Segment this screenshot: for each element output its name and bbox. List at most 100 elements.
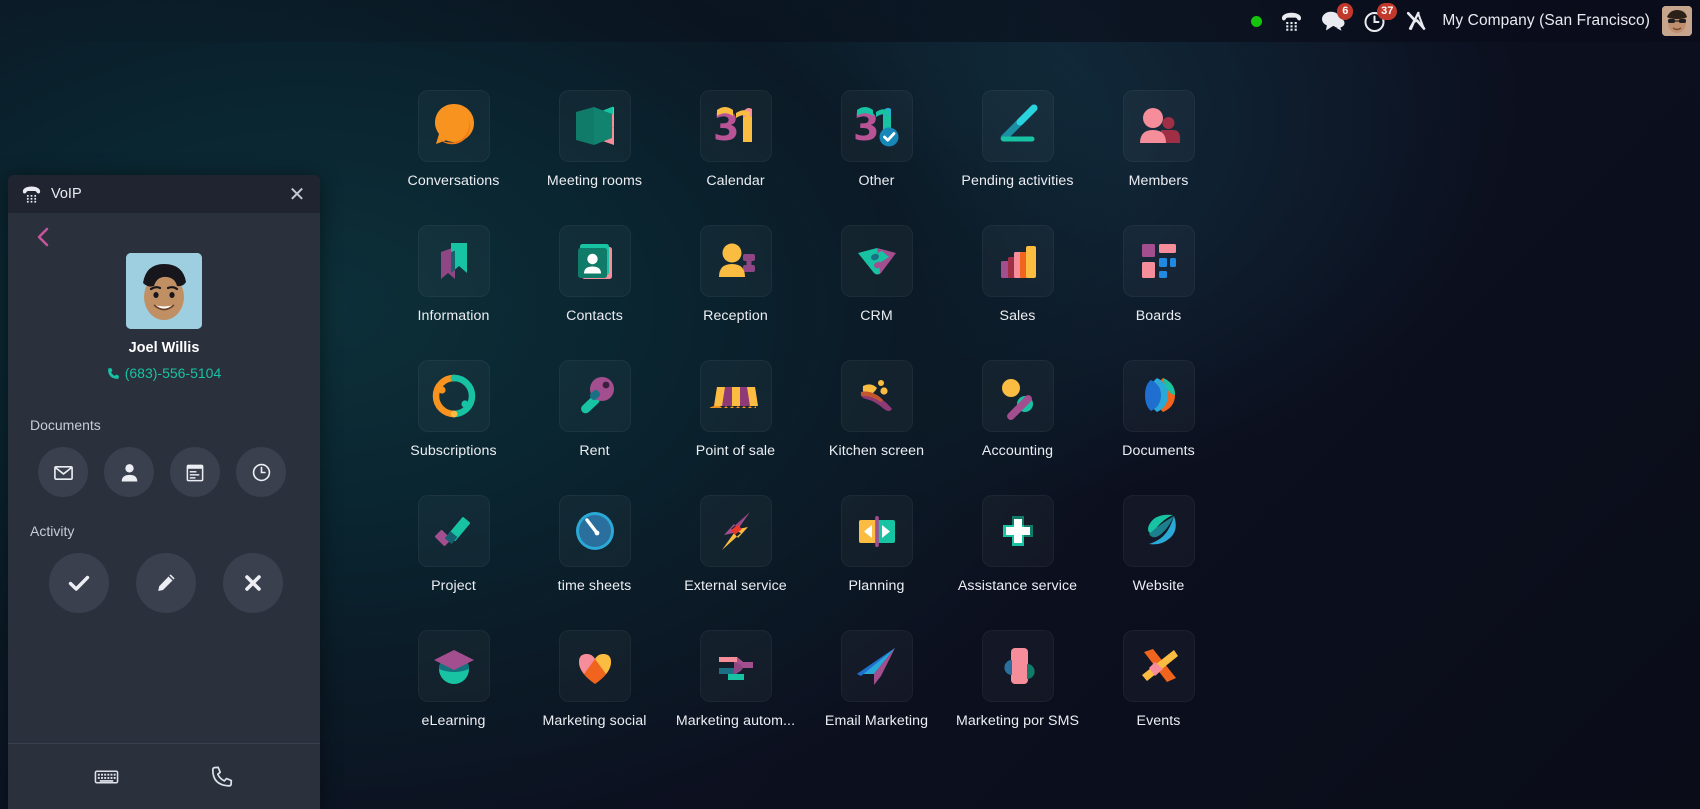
app-label: External service (684, 578, 787, 594)
subscriptions-loop-icon (417, 360, 490, 432)
close-icon[interactable]: ✕ (286, 183, 308, 205)
app-other[interactable]: 3 Other (806, 90, 947, 225)
app-label: Planning (848, 578, 905, 594)
app-label: Documents (1122, 443, 1195, 459)
app-subscriptions[interactable]: Subscriptions (383, 360, 524, 495)
voip-phone-button[interactable] (1271, 0, 1312, 42)
boards-squares-icon (1122, 225, 1195, 297)
app-information[interactable]: Information (383, 225, 524, 360)
user-avatar[interactable] (1662, 6, 1692, 36)
person-icon (120, 462, 139, 483)
discuss-icon (417, 90, 490, 162)
app-sales[interactable]: Sales (947, 225, 1088, 360)
app-label: time sheets (557, 578, 632, 594)
pencil-icon (155, 572, 177, 594)
app-label: Information (417, 308, 490, 324)
app-label: CRM (860, 308, 893, 324)
schedule-button[interactable] (236, 447, 286, 497)
cancel-button[interactable] (223, 553, 283, 613)
app-calendar[interactable]: 3 Calendar (665, 90, 806, 225)
app-label: Pending activities (961, 173, 1074, 189)
phone-handset-icon (107, 367, 120, 380)
app-marketing-sms[interactable]: Marketing por SMS (947, 630, 1088, 765)
sms-marketing-icon (981, 630, 1054, 702)
app-external-service[interactable]: External service (665, 495, 806, 630)
app-contacts[interactable]: Contacts (524, 225, 665, 360)
mark-done-button[interactable] (49, 553, 109, 613)
app-assistance-service[interactable]: Assistance service (947, 495, 1088, 630)
notebook-icon (185, 462, 205, 483)
app-boards[interactable]: Boards (1088, 225, 1229, 360)
app-conversations[interactable]: Conversations (383, 90, 524, 225)
app-planning[interactable]: Planning (806, 495, 947, 630)
app-project[interactable]: Project (383, 495, 524, 630)
voip-panel-title: VoIP (51, 186, 82, 202)
app-events[interactable]: Events (1088, 630, 1229, 765)
activity-buttons (30, 553, 298, 613)
edit-button[interactable] (136, 553, 196, 613)
app-accounting[interactable]: Accounting (947, 360, 1088, 495)
app-label: Conversations (407, 173, 500, 189)
messages-badge: 6 (1337, 3, 1354, 20)
field-service-bolt-icon (699, 495, 772, 567)
contact-button[interactable] (104, 447, 154, 497)
app-label: Contacts (566, 308, 623, 324)
app-label: Boards (1135, 308, 1182, 324)
clock-icon (251, 462, 272, 483)
voip-panel-footer (8, 743, 320, 809)
knowledge-bookmark-icon (417, 225, 490, 297)
activities-button[interactable]: 37 (1354, 0, 1398, 42)
app-label: Events (1136, 713, 1181, 729)
company-name[interactable]: My Company (San Francisco) (1436, 12, 1660, 30)
note-button[interactable] (170, 447, 220, 497)
messages-button[interactable]: 6 (1312, 0, 1354, 42)
app-label: Meeting rooms (546, 173, 643, 189)
pos-awning-icon (699, 360, 772, 432)
app-marketing-automation[interactable]: Marketing autom... (665, 630, 806, 765)
app-grid: Conversations Meeting rooms 3 Calendar 3… (383, 90, 1393, 765)
documents-pages-icon (1122, 360, 1195, 432)
voip-panel-body: Joel Willis (683)-556-5104 Documents Act… (8, 213, 320, 743)
settings-button[interactable] (1396, 0, 1436, 42)
helpdesk-cross-icon (981, 495, 1054, 567)
activity-arrow-icon (981, 90, 1054, 162)
reception-person-icon (699, 225, 772, 297)
back-chevron-icon[interactable] (30, 225, 54, 249)
app-elearning[interactable]: eLearning (383, 630, 524, 765)
activity-section-label: Activity (30, 523, 75, 539)
status-indicator[interactable] (1242, 0, 1271, 42)
project-check-icon (417, 495, 490, 567)
website-globe-icon (1122, 495, 1195, 567)
app-meeting-rooms[interactable]: Meeting rooms (524, 90, 665, 225)
app-label: Members (1128, 173, 1189, 189)
app-documents[interactable]: Documents (1088, 360, 1229, 495)
online-status-dot (1251, 15, 1263, 27)
calendar-31-icon: 3 (699, 90, 772, 162)
contact-avatar[interactable] (126, 253, 202, 329)
app-time-sheets[interactable]: time sheets (524, 495, 665, 630)
app-pending-activities[interactable]: Pending activities (947, 90, 1088, 225)
app-marketing-social[interactable]: Marketing social (524, 630, 665, 765)
app-label: Marketing por SMS (955, 713, 1080, 729)
app-kitchen-screen[interactable]: Kitchen screen (806, 360, 947, 495)
app-point-of-sale[interactable]: Point of sale (665, 360, 806, 495)
crm-handshake-icon (840, 225, 913, 297)
app-email-marketing[interactable]: Email Marketing (806, 630, 947, 765)
keyboard-icon[interactable] (86, 757, 126, 797)
app-rent[interactable]: Rent (524, 360, 665, 495)
app-reception[interactable]: Reception (665, 225, 806, 360)
app-label: Calendar (706, 173, 765, 189)
app-label: eLearning (421, 713, 486, 729)
documents-buttons (30, 447, 298, 497)
contact-phone[interactable]: (683)-556-5104 (30, 365, 298, 381)
email-button[interactable] (38, 447, 88, 497)
app-website[interactable]: Website (1088, 495, 1229, 630)
app-label: Marketing social (542, 713, 647, 729)
app-members[interactable]: Members (1088, 90, 1229, 225)
accounting-percent-icon (981, 360, 1054, 432)
app-label: Other (858, 173, 895, 189)
elearning-cap-icon (417, 630, 490, 702)
call-button[interactable] (202, 757, 242, 797)
app-crm[interactable]: CRM (806, 225, 947, 360)
planning-play-icon (840, 495, 913, 567)
